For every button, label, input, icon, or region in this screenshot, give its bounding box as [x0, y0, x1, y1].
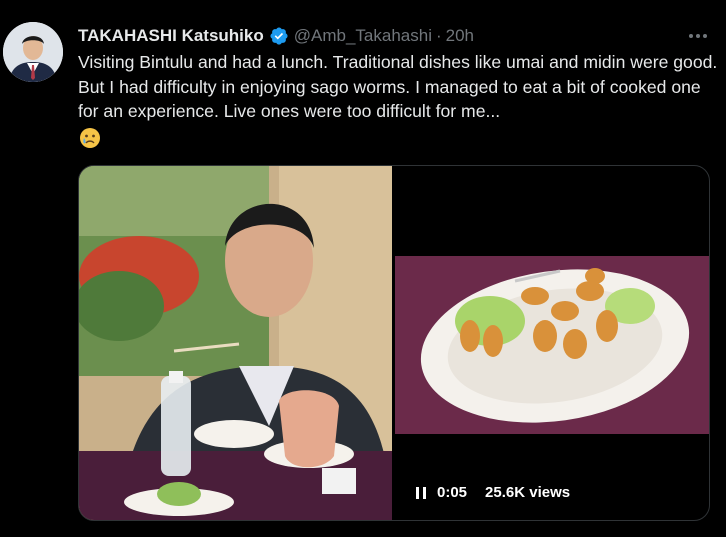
tweet-media[interactable]: 0:05 25.6K views: [78, 165, 710, 521]
video-view-count: 25.6K views: [485, 484, 571, 501]
separator-dot: ·: [435, 26, 442, 45]
tweet-header: TAKAHASHI Katsuhiko @Amb_Takahashi · 20h: [78, 24, 474, 48]
video-elapsed-time: 0:05: [437, 484, 468, 501]
author-name[interactable]: TAKAHASHI Katsuhiko: [78, 26, 264, 46]
verified-badge-icon: [269, 26, 289, 46]
lunch-photo[interactable]: [79, 166, 392, 520]
author-handle[interactable]: @Amb_Takahashi: [294, 26, 432, 46]
tweet-text: Visiting Bintulu and had a lunch. Tradit…: [78, 52, 718, 121]
sad-tear-emoji-icon: [78, 126, 102, 150]
author-avatar[interactable]: [3, 22, 63, 82]
timestamp[interactable]: 20h: [446, 26, 474, 46]
more-options-icon[interactable]: [686, 26, 710, 46]
pause-icon[interactable]: [415, 486, 427, 500]
sago-worms-photo[interactable]: [395, 256, 709, 434]
video-controls: 0:05 25.6K views: [415, 484, 570, 501]
tweet[interactable]: TAKAHASHI Katsuhiko @Amb_Takahashi · 20h…: [0, 0, 726, 537]
